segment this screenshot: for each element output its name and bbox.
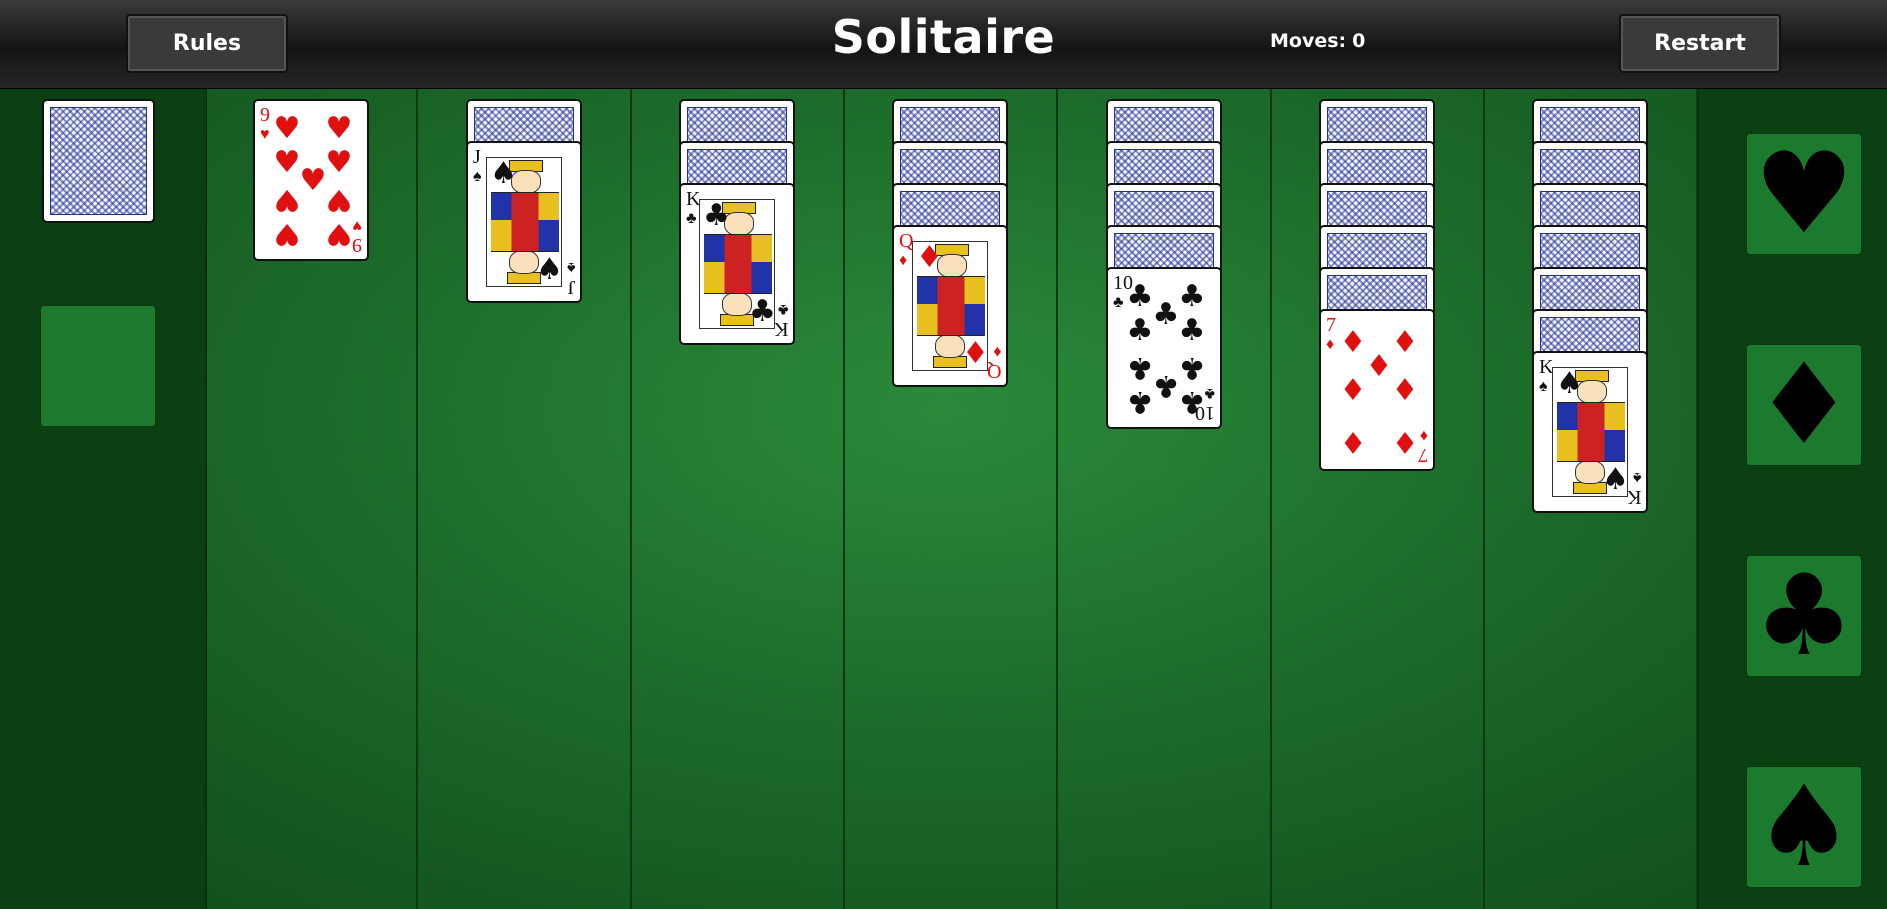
heart-icon: ♥: [273, 145, 301, 180]
column-divider: [843, 89, 845, 909]
card-10-of-clubs[interactable]: 10 ♣ 10 ♣ ♣ ♣ ♣ ♣ ♣ ♣ ♣ ♣ ♣ ♣: [1106, 267, 1222, 429]
card-rank-top: 9 ♥: [260, 105, 270, 145]
diamond-icon: ♦: [1326, 336, 1335, 353]
column-divider: [1696, 89, 1698, 909]
rank-text: 9: [260, 104, 270, 126]
club-icon: ♣: [749, 294, 776, 329]
club-icon: ♣: [1152, 368, 1180, 403]
club-icon: ♣: [1178, 279, 1206, 314]
card-rank-top: J ♠: [473, 147, 482, 187]
diamond-icon: ♦: [1391, 424, 1419, 459]
stock-pile[interactable]: [42, 99, 155, 223]
card-9-of-hearts[interactable]: 9 ♥ 9 ♥ ♥ ♥ ♥ ♥ ♥ ♥ ♥ ♥ ♥: [253, 99, 369, 261]
spade-icon: ♠: [1602, 462, 1629, 497]
diamond-icon: ♦: [916, 240, 943, 275]
rank-text: J: [473, 146, 481, 168]
club-icon: ♣: [1178, 384, 1206, 419]
heart-icon: ♥: [299, 163, 327, 198]
moves-counter: Moves: 0: [1270, 30, 1371, 52]
top-bar: Rules Solitaire Moves: 0 Restart: [0, 0, 1887, 89]
column-divider: [204, 89, 206, 909]
spade-icon: ♠: [1753, 762, 1855, 892]
spade-icon: ♠: [1556, 366, 1583, 401]
diamond-icon: ♦: [1391, 373, 1419, 408]
foundation-spades[interactable]: ♠: [1746, 766, 1862, 888]
rank-text: 9: [352, 234, 362, 256]
diamond-icon: ♦: [1339, 424, 1367, 459]
heart-icon: ♥: [273, 182, 301, 217]
column-divider: [1270, 89, 1272, 909]
waste-pile[interactable]: [40, 305, 156, 427]
spade-icon: ♠: [473, 168, 482, 185]
spade-icon: ♠: [566, 259, 576, 276]
rank-text: 7: [1418, 444, 1428, 466]
diamond-icon: ♦: [1339, 373, 1367, 408]
card-j-of-spades[interactable]: J ♠ J ♠ ♠ ♠: [466, 141, 582, 303]
column-divider: [1056, 89, 1058, 909]
column-divider: [630, 89, 632, 909]
card-7-of-diamonds[interactable]: 7 ♦ 7 ♦ ♦ ♦ ♦ ♦ ♦ ♦ ♦: [1319, 309, 1435, 471]
heart-icon: ♥: [352, 217, 363, 234]
spade-icon: ♠: [536, 252, 563, 287]
foundation-diamonds[interactable]: ♦: [1746, 344, 1862, 466]
club-icon: ♣: [1126, 313, 1154, 348]
restart-button[interactable]: Restart: [1619, 14, 1781, 73]
diamond-icon: ♦: [1753, 340, 1855, 470]
moves-label: Moves:: [1270, 30, 1347, 52]
game-table: 9 ♥ 9 ♥ ♥ ♥ ♥ ♥ ♥ ♥ ♥ ♥ ♥ J ♠ J ♠ ♠ ♠ K ♣ K ♣ ♣ ♣ Q ♦ Q ♦ ♦ ♦ 10 ♣ 10 ♣ ♣ ♣ ♣…: [0, 89, 1887, 909]
card-k-of-clubs[interactable]: K ♣ K ♣ ♣ ♣: [679, 183, 795, 345]
club-icon: ♣: [1152, 297, 1180, 332]
moves-value: 0: [1352, 30, 1366, 52]
club-icon: ♣: [1126, 279, 1154, 314]
card-rank-top: 7 ♦: [1326, 315, 1336, 355]
column-divider: [416, 89, 418, 909]
card-rank-bottom: 7 ♦: [1418, 425, 1428, 466]
diamond-icon: ♦: [962, 336, 989, 371]
heart-icon: ♥: [260, 126, 270, 143]
club-icon: ♣: [1126, 350, 1154, 385]
card-rank-bottom: J ♠: [566, 257, 576, 298]
card-q-of-diamonds[interactable]: Q ♦ Q ♦ ♦ ♦: [892, 225, 1008, 387]
heart-icon: ♥: [273, 216, 301, 251]
card-k-of-spades[interactable]: K ♠ K ♠ ♠ ♠: [1532, 351, 1648, 513]
club-icon: ♣: [1753, 551, 1855, 681]
rank-text: J: [567, 276, 575, 298]
club-icon: ♣: [1178, 313, 1206, 348]
spade-icon: ♠: [490, 156, 517, 191]
card-rank-bottom: 9 ♥: [352, 215, 363, 256]
heart-icon: ♥: [325, 111, 353, 146]
rank-text: 7: [1326, 314, 1336, 336]
club-icon: ♣: [1178, 350, 1206, 385]
diamond-icon: ♦: [1339, 325, 1367, 360]
club-icon: ♣: [1126, 384, 1154, 419]
heart-icon: ♥: [325, 182, 353, 217]
foundation-hearts[interactable]: ♥: [1746, 133, 1862, 255]
game-title: Solitaire: [831, 10, 1056, 64]
club-icon: ♣: [703, 198, 730, 233]
heart-icon: ♥: [325, 145, 353, 180]
diamond-icon: ♦: [1419, 427, 1428, 444]
foundation-clubs[interactable]: ♣: [1746, 555, 1862, 677]
heart-icon: ♥: [1753, 129, 1855, 259]
diamond-icon: ♦: [1365, 349, 1393, 384]
heart-icon: ♥: [273, 111, 301, 146]
heart-icon: ♥: [325, 216, 353, 251]
diamond-icon: ♦: [1391, 325, 1419, 360]
column-divider: [1483, 89, 1485, 909]
